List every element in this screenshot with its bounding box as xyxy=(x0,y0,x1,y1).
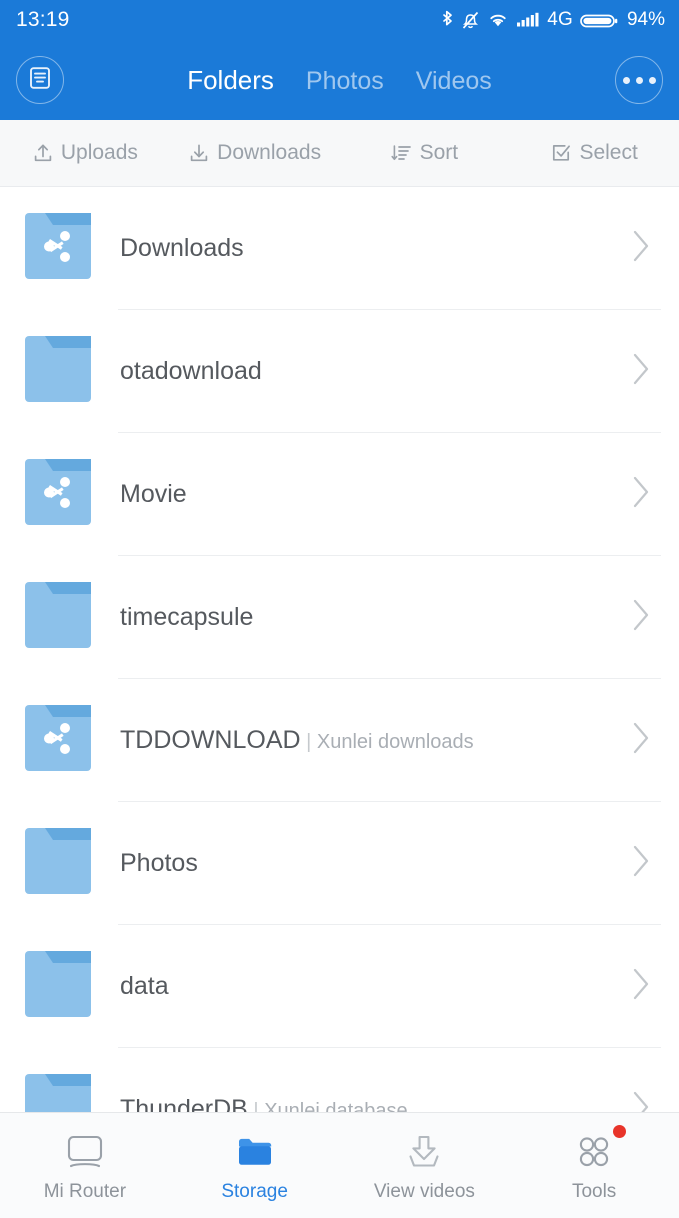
table-row[interactable]: otadownload xyxy=(0,310,679,433)
table-row[interactable]: TDDOWNLOAD | Xunlei downloads xyxy=(0,679,679,802)
network-type: 4G xyxy=(547,9,573,30)
table-row[interactable]: Movie xyxy=(0,433,679,556)
select-label: Select xyxy=(579,141,638,164)
upload-icon xyxy=(32,142,54,164)
sort-icon xyxy=(391,142,413,164)
folder-list[interactable]: Downloads otadownload Movie timecapsule … xyxy=(0,187,679,1112)
row-description: | Xunlei database xyxy=(248,1100,408,1112)
sort-button[interactable]: Sort xyxy=(340,141,510,165)
tab-videos[interactable]: Videos xyxy=(416,67,492,96)
row-label: Downloads xyxy=(120,234,631,263)
bottom-navigation: Mi Router Storage View videos Tools xyxy=(0,1112,679,1218)
row-name: data xyxy=(120,972,169,1000)
router-icon xyxy=(62,1128,108,1172)
row-label: Photos xyxy=(120,849,631,878)
sort-label: Sort xyxy=(419,141,459,164)
row-label: data xyxy=(120,972,631,1001)
chevron-right-icon xyxy=(631,721,651,760)
row-name: Downloads xyxy=(120,234,244,262)
row-label: timecapsule xyxy=(120,603,631,632)
chevron-right-icon xyxy=(631,229,651,268)
row-description-text: Xunlei downloads xyxy=(316,731,474,753)
notification-badge xyxy=(613,1125,627,1138)
chevron-right-icon xyxy=(631,352,651,391)
row-label: otadownload xyxy=(120,357,631,386)
row-name: timecapsule xyxy=(120,603,254,631)
status-icons: 4G 94% xyxy=(441,9,665,31)
chevron-right-icon xyxy=(631,1090,651,1112)
status-time: 13:19 xyxy=(16,8,70,31)
row-name: ThunderDB xyxy=(120,1095,248,1112)
tab-folders[interactable]: Folders xyxy=(187,65,274,96)
row-label: ThunderDB | Xunlei database xyxy=(120,1095,631,1112)
download-tray-icon xyxy=(401,1128,447,1172)
action-toolbar: Uploads Downloads Sort Select xyxy=(0,120,679,187)
row-description-text: Xunlei database xyxy=(264,1100,408,1112)
alarm-muted-icon xyxy=(461,10,480,30)
chevron-right-icon xyxy=(631,475,651,514)
folder-icon xyxy=(25,1074,91,1112)
row-name: Photos xyxy=(120,849,198,877)
table-row[interactable]: ThunderDB | Xunlei database xyxy=(0,1048,679,1112)
row-name: otadownload xyxy=(120,357,262,385)
table-row[interactable]: Photos xyxy=(0,802,679,925)
bluetooth-icon xyxy=(441,10,454,30)
select-button[interactable]: Select xyxy=(509,141,679,165)
wifi-icon xyxy=(487,10,509,30)
table-row[interactable]: timecapsule xyxy=(0,556,679,679)
status-bar: 13:19 4G 94% xyxy=(0,0,679,40)
nav-label-storage: Storage xyxy=(221,1181,288,1202)
chevron-right-icon xyxy=(631,598,651,637)
folder-icon xyxy=(25,828,91,899)
more-options-icon xyxy=(622,76,656,84)
folder-icon xyxy=(25,582,91,653)
nav-label-mi-router: Mi Router xyxy=(43,1181,127,1202)
table-row[interactable]: data xyxy=(0,925,679,1048)
chevron-right-icon xyxy=(631,844,651,883)
row-label: Movie xyxy=(120,480,631,509)
row-name: TDDOWNLOAD xyxy=(120,726,301,754)
header-tabs: Folders Photos Videos xyxy=(64,65,615,96)
uploads-label: Uploads xyxy=(60,141,138,164)
tab-photos[interactable]: Photos xyxy=(306,67,384,96)
row-name: Movie xyxy=(120,480,187,508)
signal-bars-icon xyxy=(516,10,540,30)
nav-label-view-videos: View videos xyxy=(373,1181,475,1202)
chevron-right-icon xyxy=(631,967,651,1006)
folder-shared-icon xyxy=(25,213,91,284)
folder-shared-icon xyxy=(25,705,91,776)
row-description: | Xunlei downloads xyxy=(301,731,474,753)
nav-item-view-videos[interactable]: View videos xyxy=(340,1128,510,1203)
uploads-button[interactable]: Uploads xyxy=(0,141,170,165)
download-icon xyxy=(188,142,210,164)
folder-icon xyxy=(25,951,91,1022)
folder-shared-icon xyxy=(25,459,91,530)
folder-icon xyxy=(25,336,91,407)
checkbox-icon xyxy=(550,142,572,164)
document-list-icon xyxy=(27,65,53,96)
grid-circles-icon xyxy=(571,1125,627,1172)
downloads-button[interactable]: Downloads xyxy=(170,141,340,165)
nav-item-mi-router[interactable]: Mi Router xyxy=(0,1128,170,1203)
row-label: TDDOWNLOAD | Xunlei downloads xyxy=(120,726,631,755)
app-header: Folders Photos Videos xyxy=(0,40,679,120)
table-row[interactable]: Downloads xyxy=(0,187,679,310)
nav-item-tools[interactable]: Tools xyxy=(509,1125,679,1203)
folder-icon xyxy=(232,1128,278,1172)
battery-icon xyxy=(580,10,618,30)
nav-item-storage[interactable]: Storage xyxy=(170,1128,340,1203)
more-options-button[interactable] xyxy=(615,56,663,104)
menu-button[interactable] xyxy=(16,56,64,104)
downloads-label: Downloads xyxy=(217,141,322,164)
nav-label-tools: Tools xyxy=(571,1181,617,1202)
battery-percent: 94% xyxy=(626,9,665,30)
row-separator: | xyxy=(253,1100,259,1112)
row-separator: | xyxy=(306,731,312,753)
